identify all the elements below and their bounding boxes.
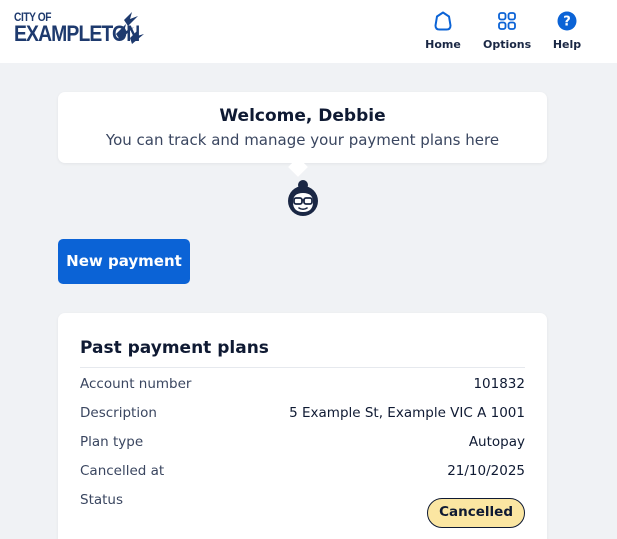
past-plans-title: Past payment plans	[80, 338, 269, 358]
detail-row-plan-type: Plan type Autopay	[80, 434, 525, 454]
divider	[80, 367, 525, 368]
description-value: 5 Example St, Example VIC A 1001	[289, 405, 525, 421]
status-badge: Cancelled	[427, 498, 525, 528]
detail-row-cancelled-at: Cancelled at 21/10/2025	[80, 463, 525, 483]
nav-options-label: Options	[483, 38, 532, 51]
description-label: Description	[80, 405, 157, 421]
nav-help-label: Help	[552, 38, 582, 51]
nav-home[interactable]: Home	[423, 10, 463, 54]
welcome-subtitle: You can track and manage your payment pl…	[105, 131, 500, 149]
account-number-value: 101832	[473, 376, 525, 392]
svg-text:?: ?	[563, 15, 571, 30]
birds-icon	[116, 12, 144, 44]
assistant-avatar-icon	[288, 180, 318, 216]
top-bar: CITY OF EXAMPLETON Home Options ? Help	[0, 0, 617, 63]
plan-type-value: Autopay	[468, 434, 525, 450]
plan-type-label: Plan type	[80, 434, 144, 450]
new-payment-button[interactable]: New payment	[58, 239, 190, 284]
nav-options[interactable]: Options	[483, 10, 531, 54]
nav-home-label: Home	[425, 38, 461, 51]
status-label: Status	[80, 492, 124, 508]
home-icon	[434, 11, 452, 31]
help-icon: ?	[557, 11, 577, 31]
detail-row-account: Account number 101832	[80, 376, 525, 396]
welcome-title: Welcome, Debbie	[219, 106, 386, 126]
grid-icon	[498, 12, 516, 30]
detail-row-description: Description 5 Example St, Example VIC A …	[80, 405, 525, 425]
account-number-label: Account number	[80, 376, 192, 392]
welcome-panel: Welcome, Debbie You can track and manage…	[58, 92, 547, 163]
cancelled-at-label: Cancelled at	[80, 463, 165, 479]
city-logo[interactable]: CITY OF EXAMPLETON	[14, 10, 144, 52]
cancelled-at-value: 21/10/2025	[447, 463, 525, 479]
past-plans-card: Past payment plans Account number 101832…	[58, 313, 547, 539]
nav-help[interactable]: ? Help	[547, 10, 587, 54]
